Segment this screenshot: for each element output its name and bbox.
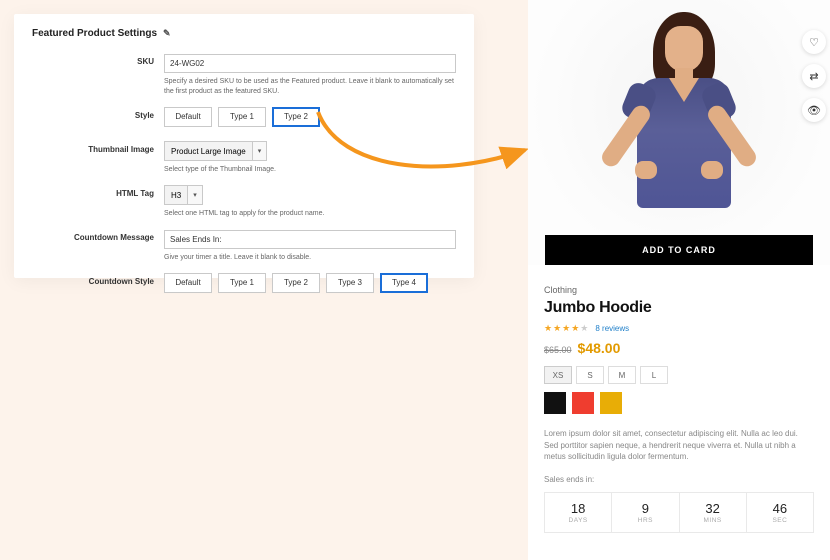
htmltag-label: HTML Tag: [32, 185, 164, 198]
swatch-black[interactable]: [544, 392, 566, 414]
reviews-link[interactable]: 8 reviews: [595, 324, 629, 333]
countdown-hrs: 9 HRS: [611, 493, 678, 532]
swatch-red[interactable]: [572, 392, 594, 414]
field-sku: SKU Specify a desired SKU to be used as …: [32, 53, 456, 97]
old-price: $65.00: [544, 345, 572, 355]
cd-hrs-unit: HRS: [612, 517, 678, 524]
cd-mins-value: 32: [680, 501, 746, 516]
style-option-type2[interactable]: Type 2: [272, 107, 320, 127]
thumbnail-select[interactable]: Product Large Image ▾: [164, 141, 267, 161]
product-image: [528, 0, 830, 265]
new-price: $48.00: [578, 340, 621, 356]
panel-title: Featured Product Settings ✎: [32, 28, 456, 39]
cd-sec-unit: SEC: [747, 517, 813, 524]
cd-days-unit: DAYS: [545, 517, 611, 524]
countdownstyle-options: Default Type 1 Type 2 Type 3 Type 4: [164, 273, 456, 293]
cd-sec-value: 46: [747, 501, 813, 516]
chevron-down-icon: ▾: [252, 142, 267, 160]
countdownmsg-help: Give your timer a title. Leave it blank …: [164, 253, 456, 263]
countdownstyle-label: Countdown Style: [32, 273, 164, 286]
cd-days-value: 18: [545, 501, 611, 516]
thumbnail-help: Select type of the Thumbnail Image.: [164, 165, 456, 175]
product-name: Jumbo Hoodie: [544, 299, 814, 317]
swatch-gold[interactable]: [600, 392, 622, 414]
color-swatches: [544, 392, 814, 414]
heart-icon: ♡: [809, 36, 819, 49]
htmltag-select-value: H3: [165, 186, 187, 204]
style-option-type1[interactable]: Type 1: [218, 107, 266, 127]
field-htmltag: HTML Tag H3 ▾ Select one HTML tag to app…: [32, 185, 456, 219]
countdownmsg-label: Countdown Message: [32, 229, 164, 242]
size-xs[interactable]: XS: [544, 366, 572, 384]
sku-input[interactable]: [164, 54, 456, 73]
cdstyle-default[interactable]: Default: [164, 273, 212, 293]
product-description: Lorem ipsum dolor sit amet, consectetur …: [544, 428, 814, 463]
model-illustration: [575, 6, 783, 265]
htmltag-help: Select one HTML tag to apply for the pro…: [164, 209, 456, 219]
cd-hrs-value: 9: [612, 501, 678, 516]
cdstyle-type4[interactable]: Type 4: [380, 273, 428, 293]
countdown-days: 18 DAYS: [545, 493, 611, 532]
countdown-timer: 18 DAYS 9 HRS 32 MINS 46 SEC: [544, 492, 814, 533]
price: $65.00 $48.00: [544, 340, 814, 356]
quickview-button[interactable]: 👁: [802, 98, 826, 122]
product-meta: Clothing Jumbo Hoodie ★★★★★ 8 reviews $6…: [528, 285, 830, 533]
field-style: Style Default Type 1 Type 2: [32, 107, 456, 127]
style-options: Default Type 1 Type 2: [164, 107, 456, 127]
panel-title-text: Featured Product Settings: [32, 28, 157, 39]
wishlist-button[interactable]: ♡: [802, 30, 826, 54]
cdstyle-type1[interactable]: Type 1: [218, 273, 266, 293]
product-preview: ADD TO CARD ♡ ⇄ 👁 Clothing Jumbo Hoodie …: [528, 0, 830, 560]
size-s[interactable]: S: [576, 366, 604, 384]
size-m[interactable]: M: [608, 366, 636, 384]
size-l[interactable]: L: [640, 366, 668, 384]
field-countdown-style: Countdown Style Default Type 1 Type 2 Ty…: [32, 273, 456, 293]
thumbnail-label: Thumbnail Image: [32, 141, 164, 154]
countdownmsg-input[interactable]: [164, 230, 456, 249]
countdown-sec: 46 SEC: [746, 493, 813, 532]
cd-mins-unit: MINS: [680, 517, 746, 524]
htmltag-select[interactable]: H3 ▾: [164, 185, 203, 205]
compare-icon: ⇄: [809, 70, 818, 83]
admin-panel: Featured Product Settings ✎ SKU Specify …: [14, 14, 474, 278]
compare-button[interactable]: ⇄: [802, 64, 826, 88]
product-category: Clothing: [544, 285, 814, 295]
thumbnail-select-value: Product Large Image: [165, 142, 252, 160]
sku-label: SKU: [32, 53, 164, 66]
sale-ends-label: Sales ends in:: [544, 475, 814, 484]
countdown-mins: 32 MINS: [679, 493, 746, 532]
style-label: Style: [32, 107, 164, 120]
field-countdown-msg: Countdown Message Give your timer a titl…: [32, 229, 456, 263]
style-option-default[interactable]: Default: [164, 107, 212, 127]
size-options: XS S M L: [544, 366, 814, 384]
add-to-cart-button[interactable]: ADD TO CARD: [545, 235, 813, 265]
floating-actions: ♡ ⇄ 👁: [802, 30, 826, 122]
rating-row: ★★★★★ 8 reviews: [544, 323, 814, 334]
cdstyle-type2[interactable]: Type 2: [272, 273, 320, 293]
chevron-down-icon: ▾: [187, 186, 202, 204]
cdstyle-type3[interactable]: Type 3: [326, 273, 374, 293]
field-thumbnail: Thumbnail Image Product Large Image ▾ Se…: [32, 141, 456, 175]
sku-help: Specify a desired SKU to be used as the …: [164, 77, 456, 97]
edit-icon[interactable]: ✎: [163, 28, 171, 39]
eye-icon: 👁: [807, 104, 821, 117]
rating-stars: ★★★★★: [544, 323, 589, 334]
